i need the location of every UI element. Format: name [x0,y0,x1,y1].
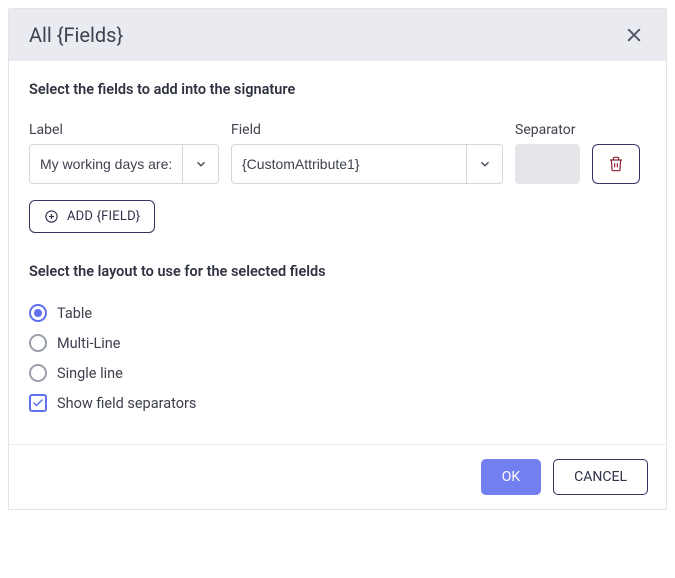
show-separators-checkbox[interactable]: Show field separators [29,394,646,412]
radio-icon [29,334,47,352]
label-input[interactable] [30,145,182,183]
label-combobox[interactable] [29,144,219,184]
ok-button[interactable]: OK [481,459,541,495]
all-fields-dialog: All {Fields} Select the fields to add in… [8,8,667,510]
dialog-footer: OK CANCEL [9,444,666,509]
layout-radio-table[interactable]: Table [29,304,646,322]
trash-icon [608,155,624,173]
field-dropdown-toggle[interactable] [466,145,502,183]
dialog-title: All {Fields} [29,23,123,47]
field-combobox[interactable] [231,144,503,184]
radio-label: Multi-Line [57,335,121,352]
field-row [29,144,646,184]
field-input[interactable] [232,145,466,183]
layout-radio-multiline[interactable]: Multi-Line [29,334,646,352]
layout-radio-singleline[interactable]: Single line [29,364,646,382]
separator-input-disabled [515,144,580,184]
fields-section-heading: Select the fields to add into the signat… [29,81,646,98]
dialog-body: Select the fields to add into the signat… [9,61,666,444]
column-header-label: Label [29,122,219,138]
cancel-button-label: CANCEL [574,469,627,485]
dialog-header: All {Fields} [9,9,666,61]
add-field-label: ADD {FIELD} [67,209,140,224]
column-header-field: Field [231,122,503,138]
plus-circle-icon [44,209,59,224]
chevron-down-icon [194,157,208,171]
radio-icon [29,364,47,382]
checkbox-label: Show field separators [57,395,196,412]
checkbox-icon [29,394,47,412]
column-header-separator: Separator [515,122,580,138]
field-columns-header: Label Field Separator [29,122,646,138]
cancel-button[interactable]: CANCEL [553,459,648,495]
label-dropdown-toggle[interactable] [182,145,218,183]
delete-row-button[interactable] [592,144,640,184]
chevron-down-icon [478,157,492,171]
ok-button-label: OK [502,469,520,485]
close-button[interactable] [622,23,646,47]
radio-label: Single line [57,365,123,382]
radio-icon [29,304,47,322]
close-icon [625,26,643,44]
radio-label: Table [57,305,92,322]
layout-section-heading: Select the layout to use for the selecte… [29,263,646,280]
add-field-button[interactable]: ADD {FIELD} [29,200,155,233]
check-icon [32,397,44,409]
